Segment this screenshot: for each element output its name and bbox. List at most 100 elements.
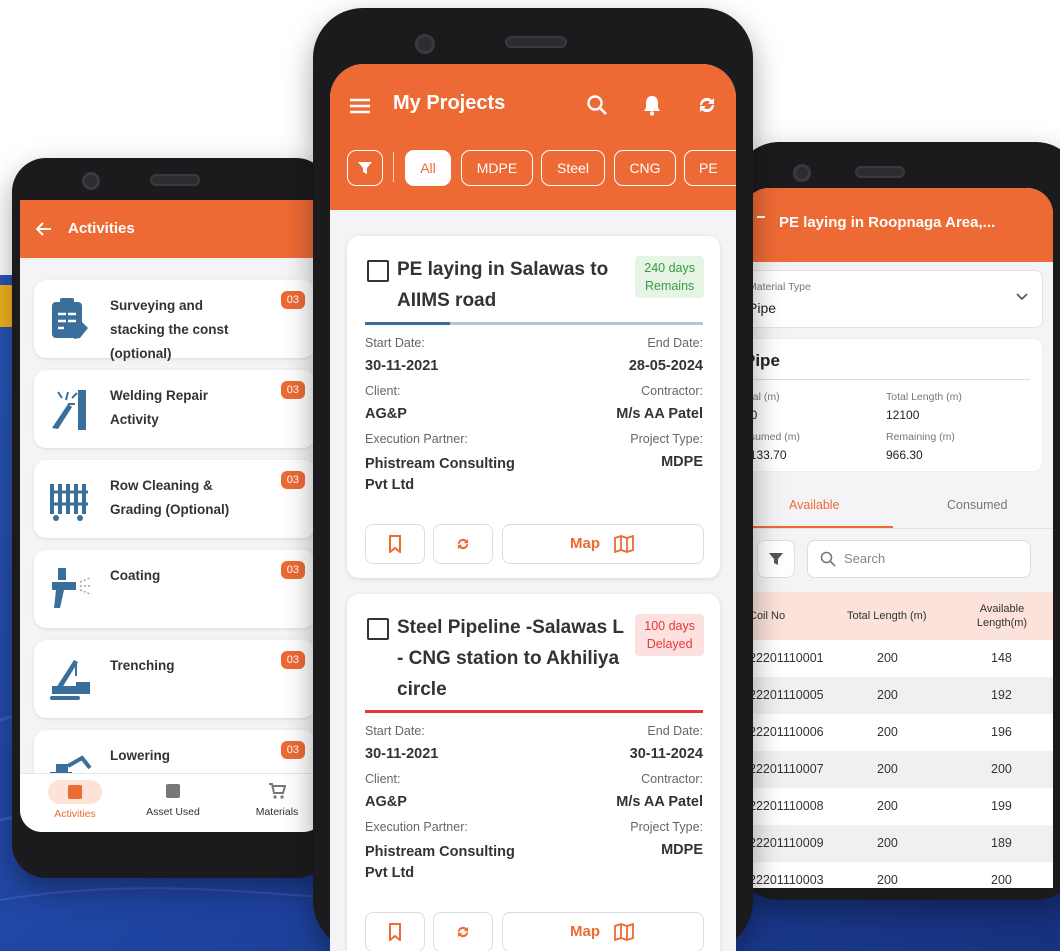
- arrow-left-icon[interactable]: [36, 221, 52, 237]
- map-label: Map: [570, 535, 600, 552]
- activity-card-welding[interactable]: Welding Repair Activity 03: [34, 370, 315, 448]
- filter-chip-steel[interactable]: Steel: [541, 150, 605, 186]
- project-status-badge: 240 days Remains: [635, 256, 704, 298]
- filter-button[interactable]: [347, 150, 383, 186]
- filter-icon: [358, 162, 372, 174]
- table-row[interactable]: 22201110003 200 200: [743, 862, 1053, 888]
- filter-chip-all[interactable]: All: [405, 150, 451, 186]
- filter-button[interactable]: [757, 540, 795, 578]
- material-type-select[interactable]: Material Type Pipe: [743, 270, 1043, 328]
- materials-header: PE laying in Roopnaga Area,...: [743, 188, 1053, 262]
- start-date-value: 30-11-2021: [365, 358, 439, 374]
- client-value: AG&P: [365, 794, 407, 810]
- contractor-value: M/s AA Patel: [616, 794, 703, 810]
- chip-divider: [393, 152, 394, 182]
- tab-label: Consumed: [947, 498, 1008, 512]
- nav-asset-used[interactable]: Asset Used: [128, 780, 218, 818]
- filter-icon: [769, 553, 783, 565]
- nav-materials[interactable]: Materials: [232, 780, 322, 818]
- start-date-label: Start Date:: [365, 336, 425, 350]
- activity-count-badge: 03: [280, 381, 305, 399]
- menu-icon[interactable]: [350, 98, 370, 114]
- summary-value: 966.30: [886, 448, 923, 462]
- phone-projects: My Projects All MDPE Steel CNG PE PE lay…: [313, 8, 753, 951]
- sync-button[interactable]: [433, 912, 493, 951]
- project-type-label: Project Type:: [630, 820, 703, 834]
- progress-track: [365, 710, 703, 713]
- coil-no: 22201110008: [749, 799, 824, 813]
- back-icon[interactable]: [757, 216, 765, 218]
- search-icon[interactable]: [586, 94, 608, 116]
- total-length: 200: [877, 873, 898, 887]
- materials-screen: PE laying in Roopnaga Area,... Material …: [743, 188, 1053, 888]
- spray-gun-icon: [52, 568, 92, 608]
- tab-bar: Available Consumed: [743, 484, 1053, 529]
- contractor-label: Contractor:: [641, 772, 703, 786]
- available-length: 199: [991, 799, 1012, 813]
- status-days: 100 days: [644, 619, 695, 633]
- table-row[interactable]: 22201110001 200 148: [743, 640, 1053, 677]
- cart-icon: [269, 783, 286, 799]
- chevron-down-icon: [1016, 293, 1028, 301]
- bookmark-button[interactable]: [365, 524, 425, 564]
- map-icon: [614, 535, 634, 553]
- filter-chip-mdpe[interactable]: MDPE: [461, 150, 533, 186]
- table-row[interactable]: 22201110006 200 196: [743, 714, 1053, 751]
- activity-card-surveying[interactable]: Surveying and stacking the const (option…: [34, 280, 315, 361]
- welding-icon: [52, 390, 86, 430]
- bookmark-button[interactable]: [365, 912, 425, 951]
- nav-label: Asset Used: [146, 806, 200, 818]
- map-button[interactable]: Map: [502, 912, 704, 951]
- total-length: 200: [877, 762, 898, 776]
- project-card[interactable]: Steel Pipeline -Salawas L - CNG station …: [347, 594, 720, 951]
- activity-label: Lowering: [110, 748, 170, 763]
- filter-chip-cng[interactable]: CNG: [614, 150, 676, 186]
- activity-label: Surveying and stacking the const (option…: [110, 298, 229, 361]
- activities-icon: [48, 780, 102, 804]
- bell-icon[interactable]: [642, 94, 662, 116]
- available-length: 200: [991, 873, 1012, 887]
- activity-card-coating[interactable]: Coating 03: [34, 550, 315, 628]
- status-text: Remains: [644, 279, 695, 293]
- activity-count-badge: 03: [280, 741, 305, 759]
- table-header: Coil No Total Length (m) Available Lengt…: [743, 592, 1053, 640]
- progress-fill: [365, 710, 703, 713]
- sync-icon: [457, 926, 469, 938]
- filter-chip-pe[interactable]: PE: [684, 150, 736, 186]
- speaker: [855, 166, 905, 178]
- coil-no: 22201110001: [749, 651, 824, 665]
- tab-available[interactable]: Available: [743, 484, 893, 528]
- summary-value: 12100: [886, 408, 920, 422]
- activity-count-badge: 03: [280, 471, 305, 489]
- tab-consumed[interactable]: Consumed: [893, 484, 1053, 526]
- end-date-value: 30-11-2024: [629, 746, 703, 762]
- activity-card-trenching[interactable]: Trenching 03: [34, 640, 315, 718]
- end-date-label: End Date:: [647, 724, 703, 738]
- total-length: 200: [877, 651, 898, 665]
- project-checkbox[interactable]: [367, 260, 389, 282]
- sync-icon[interactable]: [696, 94, 718, 116]
- projects-screen: My Projects All MDPE Steel CNG PE PE lay…: [330, 64, 736, 951]
- end-date-label: End Date:: [647, 336, 703, 350]
- activity-count-badge: 03: [280, 291, 305, 309]
- nav-activities[interactable]: Activities: [30, 780, 120, 820]
- total-length: 200: [877, 836, 898, 850]
- status-text: Delayed: [646, 637, 693, 651]
- project-checkbox[interactable]: [367, 618, 389, 640]
- bottom-navigation: Activities Asset Used Materials: [20, 773, 325, 832]
- map-button[interactable]: Map: [502, 524, 704, 564]
- client-label: Client:: [365, 772, 401, 786]
- project-card[interactable]: PE laying in Salawas to AIIMS road 240 d…: [347, 236, 720, 578]
- coil-no: 22201110006: [749, 725, 824, 739]
- sync-icon: [457, 538, 469, 550]
- search-input[interactable]: Search: [807, 540, 1031, 578]
- activity-label: Welding Repair Activity: [110, 388, 209, 427]
- phone-materials: PE laying in Roopnaga Area,... Material …: [735, 142, 1060, 900]
- table-row[interactable]: 22201110007 200 200: [743, 751, 1053, 788]
- table-row[interactable]: 22201110009 200 189: [743, 825, 1053, 862]
- table-row[interactable]: 22201110008 200 199: [743, 788, 1053, 825]
- table-row[interactable]: 22201110005 200 192: [743, 677, 1053, 714]
- activity-card-row-cleaning[interactable]: Row Cleaning & Grading (Optional) 03: [34, 460, 315, 538]
- archive-icon: [166, 784, 180, 798]
- sync-button[interactable]: [433, 524, 493, 564]
